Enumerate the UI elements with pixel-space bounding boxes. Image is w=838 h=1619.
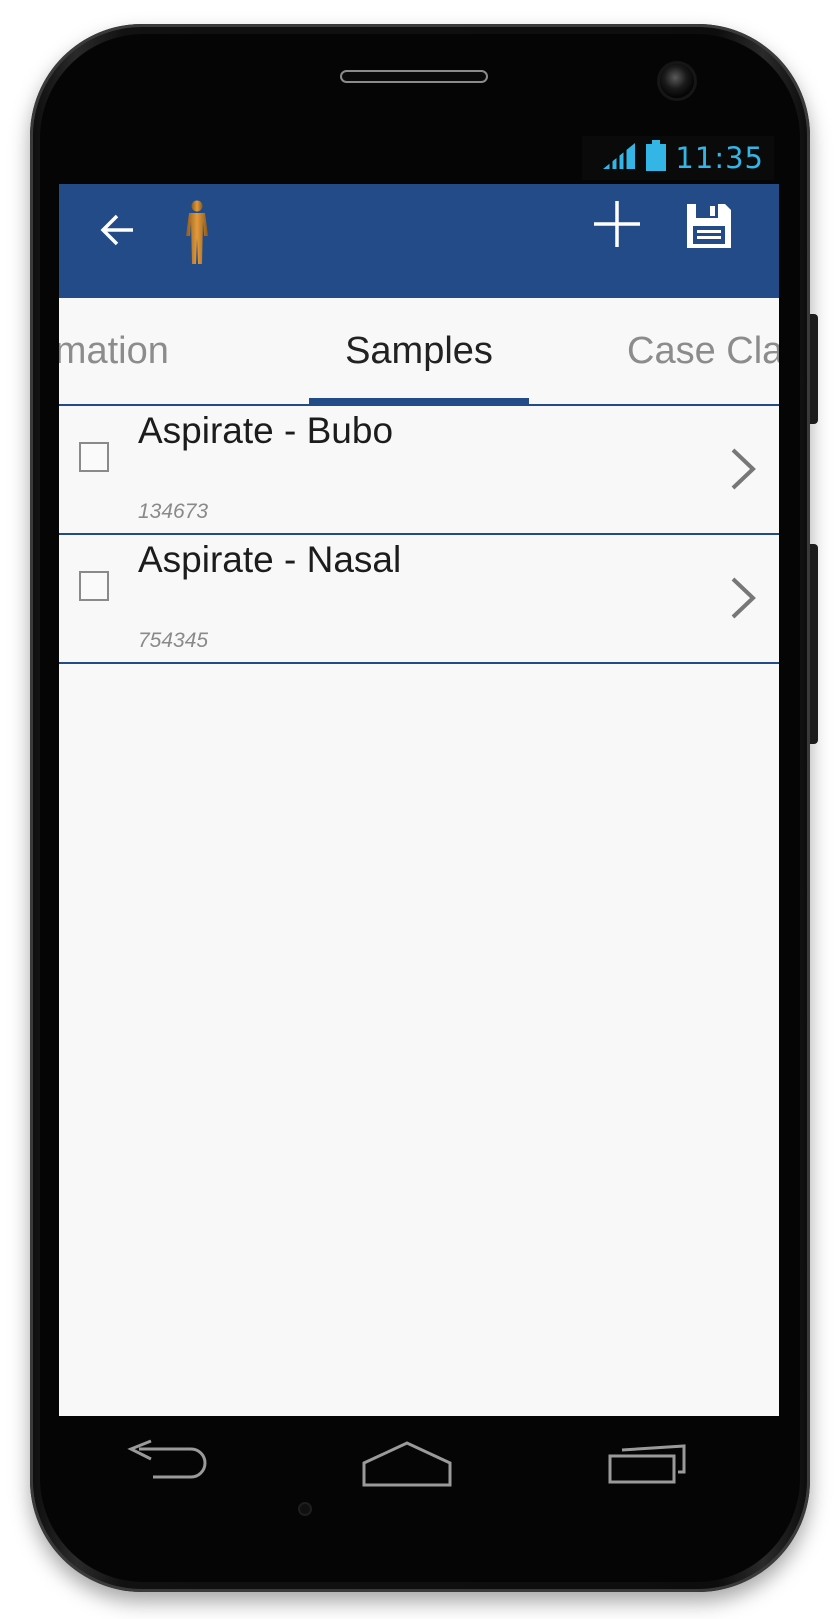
sample-title: Aspirate - Bubo [138, 410, 394, 451]
tab-samples[interactable]: Samples [309, 298, 529, 404]
floppy-disk-icon [685, 202, 733, 255]
app-logo [177, 200, 217, 270]
sample-id: 134673 [138, 500, 209, 523]
status-time: 11:35 [675, 141, 764, 175]
nav-recents-button[interactable] [599, 1436, 699, 1496]
person-figure-icon [181, 200, 213, 271]
list-item[interactable]: Aspirate - Bubo 134673 [59, 406, 779, 535]
chevron-right-icon[interactable] [727, 446, 757, 492]
recents-nav-icon [608, 1442, 690, 1491]
status-bar: 11:35 [582, 136, 774, 180]
nav-home-button[interactable] [357, 1436, 457, 1496]
sample-id: 754345 [138, 629, 209, 652]
front-camera [660, 64, 694, 98]
home-nav-icon [361, 1439, 453, 1494]
power-button [810, 544, 818, 744]
sample-checkbox[interactable] [79, 571, 109, 601]
tab-information[interactable]: ormation [59, 298, 169, 404]
sample-title: Aspirate - Nasal [138, 539, 402, 580]
plus-icon [592, 199, 642, 254]
microphone [298, 1502, 312, 1516]
nav-back-button[interactable] [119, 1436, 219, 1496]
tab-strip: ormation Samples Case Cla [59, 298, 779, 406]
earpiece-speaker [340, 70, 488, 83]
signal-icon [601, 140, 637, 176]
chevron-right-icon[interactable] [727, 575, 757, 621]
action-bar [59, 184, 779, 298]
navigation-bar [59, 1416, 779, 1526]
back-button[interactable] [89, 204, 145, 260]
battery-icon [645, 139, 667, 177]
arrow-left-icon [99, 212, 135, 253]
list-item[interactable]: Aspirate - Nasal 754345 [59, 535, 779, 664]
sample-checkbox[interactable] [79, 442, 109, 472]
back-nav-icon [125, 1439, 213, 1494]
save-button[interactable] [683, 202, 735, 254]
tab-selected-indicator [309, 398, 529, 404]
app-screen: ormation Samples Case Cla Aspirate - Bub… [59, 184, 779, 1416]
tab-case-classification[interactable]: Case Cla [627, 298, 779, 404]
samples-list: Aspirate - Bubo 134673 Aspirate - Nasal … [59, 406, 779, 664]
add-button[interactable] [589, 198, 645, 254]
volume-button [810, 314, 818, 424]
